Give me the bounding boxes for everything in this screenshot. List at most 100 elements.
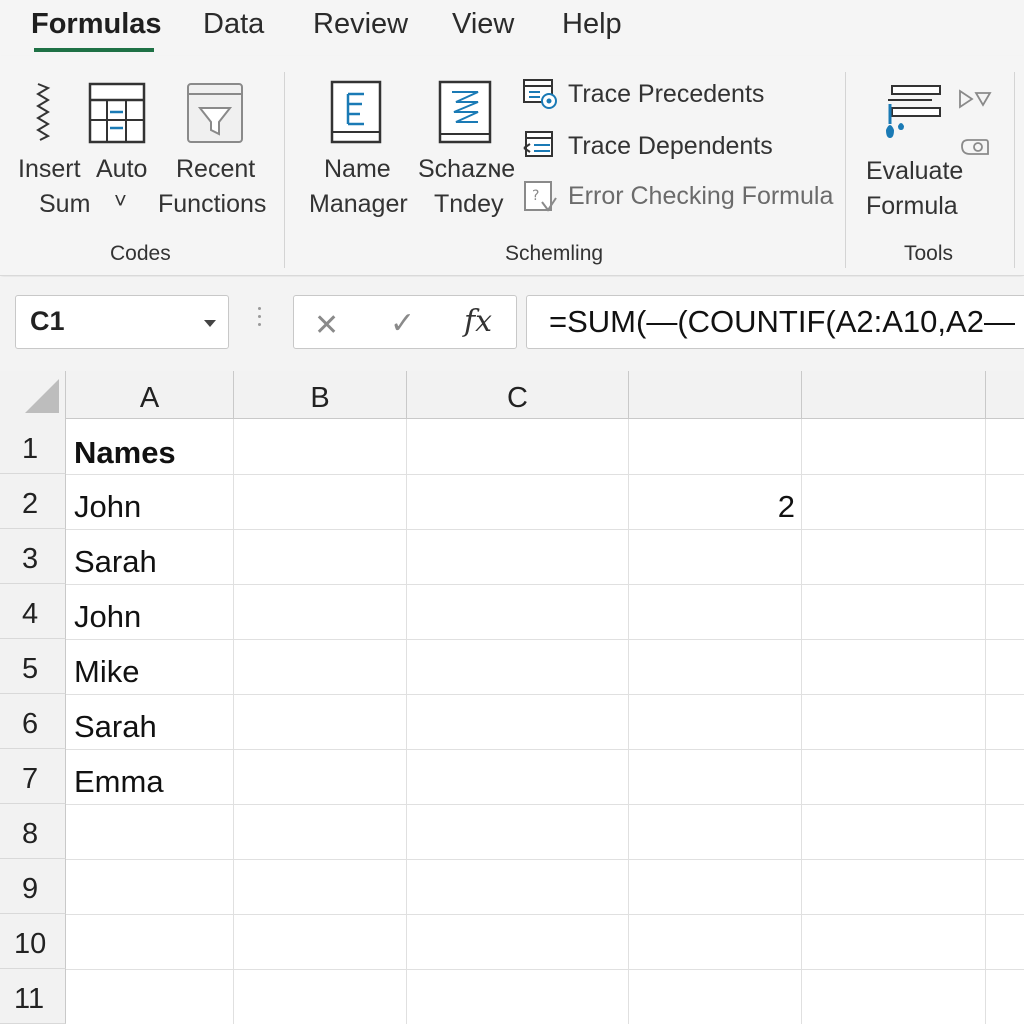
schaze-icon [438,80,492,144]
trace-precedents-label: Trace Precedents [568,80,765,108]
tab-review[interactable]: Review [313,8,408,41]
cell-d2[interactable]: 2 [629,489,795,525]
recent-functions-label-1: Recent [176,155,256,183]
formula-bar-resize-handle[interactable] [256,307,262,335]
cell-a1[interactable]: Names [74,435,176,471]
evaluate-formula-label-1: Evaluate [866,157,964,185]
cell-a7[interactable]: Emma [74,764,164,800]
schaze-label-1: Schazɴe [418,155,516,183]
trace-precedents-button[interactable]: Trace Precedents [522,76,772,116]
name-box[interactable]: C1 [15,295,229,349]
codes-group-label: Codes [110,242,171,265]
row-header-1[interactable]: 1 [0,419,66,474]
formula-input[interactable]: =SUM(—(COUNTIF(A2:A10,A2— [526,295,1024,349]
group-separator-3 [1014,72,1015,268]
evaluate-formula-icon [886,85,941,138]
chevron-down-icon: ˅ [114,188,127,213]
insert-sum-label-1: Insert [18,155,81,183]
row-header-4[interactable]: 4 [0,584,66,639]
gridline-horizontal [66,529,1024,530]
name-manager-icon [330,80,382,144]
gridline-vertical [985,419,986,1024]
group-separator [284,72,285,268]
cell-a5[interactable]: Mike [74,654,139,690]
gridline-horizontal [66,584,1024,585]
row-header-3[interactable]: 3 [0,529,66,584]
cell-a3[interactable]: Sarah [74,544,157,580]
evaluate-formula-button[interactable]: Evaluate Formula [862,78,966,220]
name-box-dropdown-icon[interactable] [204,320,216,327]
funnel-icon [187,83,243,143]
spreadsheet-grid: A B C 1 2 3 4 5 6 7 8 9 10 11 Names John… [0,371,1024,1024]
gridline-horizontal [66,969,1024,970]
trace-dependents-label: Trace Dependents [568,132,773,160]
formula-actions: ✕ ✓ fx [293,295,517,349]
trace-dependents-button[interactable]: Trace Dependents [522,128,773,168]
sigma-icon [36,83,51,141]
select-all-icon [25,379,59,413]
scheming-group-label: Schemling [505,242,604,265]
menu-tabs: Formulas Data Review View Help [0,0,1024,56]
svg-text:?: ? [532,188,539,204]
gridline-vertical [233,419,234,1024]
enter-icon[interactable]: ✓ [390,306,415,341]
row-header-8[interactable]: 8 [0,804,66,859]
name-manager-label-1: Name [324,155,391,183]
error-checking-button[interactable]: ? Error Checking Formula [522,178,833,218]
schaze-label-2: Tndey [434,190,504,218]
column-header-c[interactable]: C [407,371,629,419]
row-header-11[interactable]: 11 [0,969,66,1024]
row-header-7[interactable]: 7 [0,749,66,804]
column-header-e[interactable] [802,371,986,419]
gridline-horizontal [66,639,1024,640]
name-manager-button[interactable]: Name Manager [306,78,412,218]
tab-view[interactable]: View [452,8,514,41]
insert-sum-button[interactable]: Insert Sum [14,78,94,218]
row-header-9[interactable]: 9 [0,859,66,914]
error-check-icon: ? [524,181,557,212]
name-box-value: C1 [30,306,65,336]
row-header-5[interactable]: 5 [0,639,66,694]
gridline-vertical [406,419,407,1024]
row-header-2[interactable]: 2 [0,474,66,529]
tab-data[interactable]: Data [203,8,264,41]
gridline-horizontal [66,749,1024,750]
gridline-vertical [801,419,802,1024]
column-header-a[interactable]: A [66,371,234,419]
tab-help[interactable]: Help [562,8,622,41]
cancel-icon[interactable]: ✕ [314,308,339,343]
formula-text: =SUM(—(COUNTIF(A2:A10,A2— [549,304,1015,339]
insert-sum-label-2: Sum [39,190,91,218]
tools-group-label: Tools [904,242,954,265]
trace-dependents-icon [523,131,553,157]
cell-a4[interactable]: John [74,599,141,635]
gridline-horizontal [66,914,1024,915]
row-header-6[interactable]: 6 [0,694,66,749]
gridline-horizontal [66,474,1024,475]
recent-functions-label-2: Functions [158,190,267,218]
column-header-d[interactable] [629,371,802,419]
auto-sum-button[interactable]: Auto ˅ [88,78,160,218]
error-checking-label: Error Checking Formula [568,182,834,210]
tab-formulas[interactable]: Formulas [31,8,162,41]
gridline-horizontal [66,804,1024,805]
recent-functions-button[interactable]: Recent Functions [156,78,276,218]
watch-icon[interactable] [958,134,992,160]
auto-label: Auto [96,155,148,183]
ribbon: Insert Sum Auto ˅ Recent Functions Codes [0,56,1024,276]
cell-a2[interactable]: John [74,489,141,525]
schaze-button[interactable]: Schazɴe Tndey [414,78,515,218]
row-header-10[interactable]: 10 [0,914,66,969]
column-header-b[interactable]: B [234,371,407,419]
name-manager-label-2: Manager [309,190,408,218]
play-arrows-icon[interactable] [958,88,992,110]
formula-bar-area: C1 ✕ ✓ fx =SUM(—(COUNTIF(A2:A10,A2— [0,277,1024,371]
select-all-corner[interactable] [0,371,66,419]
gridline-horizontal [66,859,1024,860]
trace-precedents-icon [523,79,557,109]
table-icon [88,82,146,144]
cell-a6[interactable]: Sarah [74,709,157,745]
evaluate-formula-label-2: Formula [866,192,958,220]
gridline-horizontal [66,694,1024,695]
insert-function-icon[interactable]: fx [464,304,492,339]
